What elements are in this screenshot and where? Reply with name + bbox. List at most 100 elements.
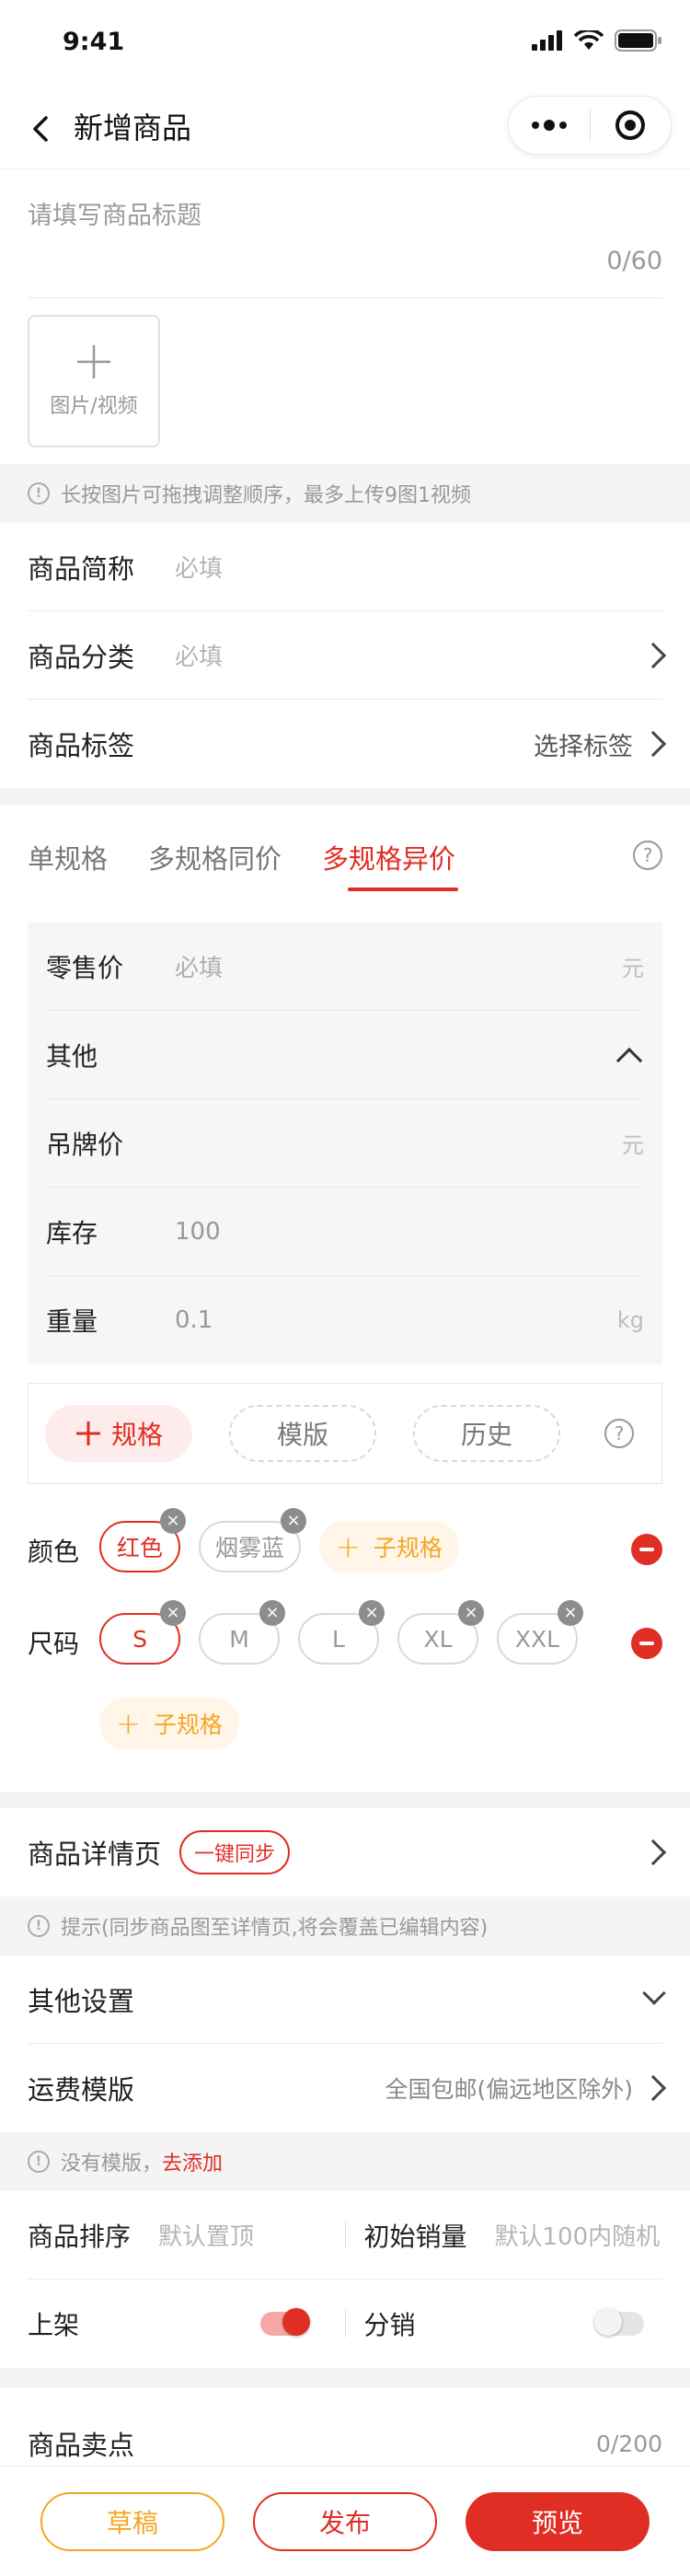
add-sub-spec-button[interactable]: + 子规格 <box>99 1698 239 1749</box>
toggle-knob <box>282 2308 310 2336</box>
tab-single-spec[interactable]: 单规格 <box>28 834 108 876</box>
sales-input[interactable]: 默认100内随机 <box>495 2218 661 2252</box>
preview-button[interactable]: 预览 <box>466 2491 650 2551</box>
retail-price-row[interactable]: 零售价 必填 元 <box>46 922 644 1011</box>
other-settings-section: 其他设置 运费模版 全国包邮(偏远地区除外) <box>0 1955 690 2132</box>
shipping-row[interactable]: 运费模版 全国包邮(偏远地区除外) <box>28 2044 667 2132</box>
add-sub-spec-button[interactable]: + 子规格 <box>319 1521 459 1572</box>
selling-point-count: 0/200 <box>595 2430 662 2457</box>
remove-option-icon[interactable]: × <box>359 1600 385 1626</box>
weight-input[interactable]: 0.1 <box>175 1306 213 1334</box>
spec-option-label: L <box>332 1625 345 1653</box>
remove-option-icon[interactable]: × <box>458 1600 484 1626</box>
sync-button[interactable]: 一键同步 <box>179 1830 291 1874</box>
draft-button[interactable]: 草稿 <box>40 2491 224 2551</box>
history-button[interactable]: 历史 <box>413 1405 560 1462</box>
remove-group-icon[interactable] <box>631 1534 662 1565</box>
spec-option-chip[interactable]: L × <box>298 1600 385 1665</box>
retail-price-input[interactable]: 必填 <box>175 949 223 983</box>
page-title: 新增商品 <box>74 110 192 145</box>
short-name-input[interactable]: 必填 <box>175 550 223 584</box>
remove-option-icon[interactable]: × <box>558 1600 583 1626</box>
distribution-toggle[interactable] <box>594 2308 644 2336</box>
tab-multi-spec-diff-price[interactable]: 多规格异价 <box>322 834 459 891</box>
weight-row[interactable]: 重量 0.1 kg <box>46 1276 644 1364</box>
tag-price-row[interactable]: 吊牌价 元 <box>46 1099 644 1188</box>
upload-label: 图片/视频 <box>50 395 138 418</box>
tag-price-unit: 元 <box>622 1132 644 1158</box>
other-settings-row[interactable]: 其他设置 <box>28 1955 666 2044</box>
category-arrow <box>639 642 667 668</box>
add-template-link[interactable]: 去添加 <box>162 2147 223 2176</box>
chevron-up-icon[interactable] <box>615 1047 643 1075</box>
chevron-right-icon <box>639 642 667 668</box>
spec-option-chip[interactable]: XXL × <box>497 1600 583 1665</box>
detail-arrow <box>639 1839 667 1866</box>
info-icon: ! <box>28 482 50 505</box>
shipping-selector: 全国包邮(偏远地区除外) <box>385 2071 667 2105</box>
category-row[interactable]: 商品分类 必填 <box>28 611 667 700</box>
spec-tools: 规格 模版 历史 ? <box>28 1383 662 1484</box>
detail-row[interactable]: 商品详情页 一键同步 <box>28 1808 667 1897</box>
chevron-right-icon <box>639 1839 667 1866</box>
template-tip-text: 没有模版， <box>61 2152 163 2176</box>
add-spec-label: 规格 <box>110 1420 163 1450</box>
back-icon[interactable] <box>24 110 61 147</box>
short-name-row[interactable]: 商品简称 必填 <box>28 523 662 611</box>
remove-group-icon[interactable] <box>631 1628 662 1659</box>
spec-option-chip[interactable]: 烟雾蓝 × <box>199 1508 307 1572</box>
section-gap <box>0 1792 690 1808</box>
publish-button[interactable]: 发布 <box>253 2491 437 2551</box>
help-icon[interactable]: ? <box>604 1419 634 1448</box>
spec-option-label: 红色 <box>116 1535 163 1561</box>
title-input[interactable]: 请填写商品标题 0/60 <box>28 169 662 298</box>
status-icons <box>532 29 662 52</box>
template-button[interactable]: 模版 <box>229 1405 376 1462</box>
detail-section: 商品详情页 一键同步 <box>0 1808 690 1897</box>
stock-row[interactable]: 库存 100 <box>46 1188 644 1276</box>
expand-arrow <box>642 1981 666 2005</box>
tag-row[interactable]: 商品标签 选择标签 <box>28 700 667 788</box>
other-settings-label: 其他设置 <box>28 1985 135 2017</box>
remove-option-icon[interactable]: × <box>259 1600 285 1626</box>
add-spec-button[interactable]: 规格 <box>45 1405 192 1462</box>
spec-group-name: 尺码 <box>28 1629 80 1659</box>
remove-option-icon[interactable]: × <box>281 1508 307 1534</box>
title-placeholder: 请填写商品标题 <box>28 202 201 230</box>
category-label: 商品分类 <box>28 641 135 673</box>
stock-input[interactable]: 100 <box>175 1218 221 1246</box>
sales-field[interactable]: 初始销量 默认100内随机 <box>364 2217 663 2254</box>
spec-option-chip[interactable]: XL × <box>397 1600 484 1665</box>
upload-media-button[interactable]: 图片/视频 <box>28 315 160 447</box>
add-sub-spec-label: 子规格 <box>373 1535 443 1561</box>
sync-tip: ! 提示(同步商品图至详情页,将会覆盖已编辑内容) <box>0 1897 690 1955</box>
more-button[interactable] <box>509 97 590 154</box>
sort-input[interactable]: 默认置顶 <box>158 2218 254 2252</box>
close-app-button[interactable] <box>591 97 672 154</box>
spec-option-chip[interactable]: M × <box>199 1600 285 1665</box>
close-target-icon <box>615 110 646 140</box>
spec-option-chip[interactable]: 红色 × <box>99 1508 186 1572</box>
remove-option-icon[interactable]: × <box>160 1508 186 1534</box>
nav-bar: 新增商品 <box>0 88 690 169</box>
price-box: 零售价 必填 元 其他 吊牌价 元 库存 100 重量 0.1 kg <box>28 922 662 1364</box>
tab-multi-spec-same-price[interactable]: 多规格同价 <box>148 834 282 876</box>
wifi-icon <box>574 30 604 50</box>
spec-option-chip[interactable]: S × <box>99 1600 186 1665</box>
info-icon: ! <box>28 2151 50 2173</box>
upload-area: 图片/视频 <box>0 298 690 464</box>
toggle-row: 上架 分销 <box>28 2280 662 2368</box>
help-icon[interactable]: ? <box>633 841 662 870</box>
retail-price-label: 零售价 <box>46 952 124 983</box>
sort-field[interactable]: 商品排序 默认置顶 <box>28 2217 327 2254</box>
other-row[interactable]: 其他 <box>46 1011 644 1099</box>
bottom-action-bar: 草稿 发布 预览 <box>0 2466 690 2576</box>
status-bar: 9:41 <box>0 0 690 88</box>
sync-tip-text: 提示(同步商品图至详情页,将会覆盖已编辑内容) <box>61 1917 489 1940</box>
spec-option-label: S <box>132 1625 147 1653</box>
remove-option-icon[interactable]: × <box>160 1600 186 1626</box>
chevron-right-icon <box>639 730 667 758</box>
shelf-toggle[interactable] <box>259 2308 310 2336</box>
section-gap <box>0 2368 690 2388</box>
spec-options: S × M × L × XL × XXL × + 子规格 <box>99 1600 615 1782</box>
